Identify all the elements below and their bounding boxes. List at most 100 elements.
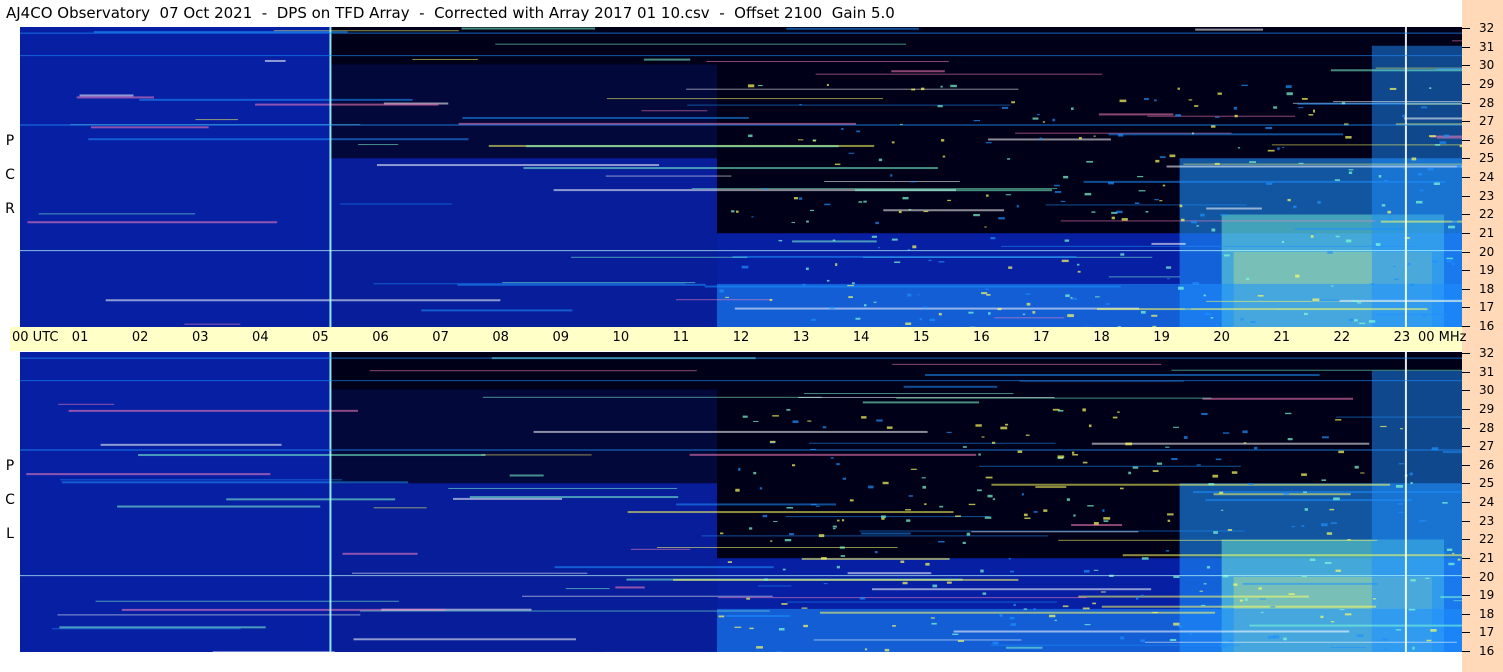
rcp-cell-290 xyxy=(811,318,816,321)
rcp-cell-145 xyxy=(984,226,987,228)
lcp-cell-152 xyxy=(1446,548,1453,552)
lcp-cell-347 xyxy=(900,560,905,563)
lcp-cell-39 xyxy=(353,638,576,641)
rcp-cell-188 xyxy=(1353,319,1358,322)
lcp-cell-101 xyxy=(910,468,917,470)
lcp-cell-183 xyxy=(905,509,912,511)
rcp-cell-243 xyxy=(940,85,943,88)
rcp-cell-245 xyxy=(1179,204,1183,208)
lcp-cell-224 xyxy=(1165,446,1170,448)
rcp-cell-350 xyxy=(875,221,879,225)
lcp-cell-355 xyxy=(1302,491,1307,493)
rcp-cell-67 xyxy=(495,43,907,45)
lcp-cell-180 xyxy=(1309,558,1316,561)
rcp-cell-39 xyxy=(891,70,945,73)
rcp-cell-96 xyxy=(687,104,1011,106)
lcp-cell-344 xyxy=(1054,619,1057,622)
lcp-cell-227 xyxy=(749,527,753,530)
lcp-cell-20 xyxy=(1101,605,1377,608)
freq-tick-1-28 xyxy=(1462,427,1470,429)
lcp-cell-117 xyxy=(1400,428,1403,430)
rcp-cell-1 xyxy=(20,27,330,327)
rcp-cell-310 xyxy=(912,245,917,249)
rcp-cell-158 xyxy=(1387,210,1392,214)
rcp-cell-99 xyxy=(27,221,278,224)
rcp-cell-340 xyxy=(1301,97,1308,100)
freq-tick-0-16 xyxy=(1462,326,1470,327)
rcp-cell-46 xyxy=(641,110,708,112)
rcp-cell-300 xyxy=(986,294,991,296)
lcp-cell-73 xyxy=(351,572,588,574)
lcp-cell-327 xyxy=(810,503,817,506)
lcp-cell-87 xyxy=(1058,539,1378,541)
lcp-cell-100 xyxy=(1426,639,1432,642)
lcp-cell-166 xyxy=(849,499,854,502)
rcp-cell-249 xyxy=(1370,283,1375,285)
rcp-cell-295 xyxy=(1211,228,1216,232)
rcp-cell-168 xyxy=(1042,121,1046,123)
lcp-cell-126 xyxy=(1220,509,1224,511)
rcp-cell-268 xyxy=(1418,172,1423,176)
rcp-cell-266 xyxy=(757,84,763,87)
time-tick-2: 02 xyxy=(131,330,149,345)
lcp-cell-89 xyxy=(509,474,544,477)
rcp-cell-181 xyxy=(1402,114,1406,118)
rcp-cell-104 xyxy=(863,304,867,307)
rcp-cell-164 xyxy=(1162,184,1166,187)
time-tick-6: 06 xyxy=(372,330,389,345)
freq-label-0-16: 16 xyxy=(1479,319,1495,333)
rcp-cell-117 xyxy=(1005,194,1012,196)
lcp-cell-175 xyxy=(937,540,945,543)
rcp-cell-102 xyxy=(1060,200,1066,203)
rcp-cell-198 xyxy=(1007,158,1011,160)
lcp-cell-276 xyxy=(832,527,836,530)
lcp-cell-74 xyxy=(51,628,241,630)
rcp-cell-333 xyxy=(947,199,951,202)
lcp-cell-312 xyxy=(1409,472,1413,476)
lcp-cell-322 xyxy=(841,519,845,522)
rcp-cell-162 xyxy=(1078,136,1082,140)
lcp-cell-199 xyxy=(931,622,937,625)
lcp-cell-288 xyxy=(1301,473,1307,476)
rcp-cell-250 xyxy=(1105,303,1110,305)
lcp-cell-62 xyxy=(58,403,115,405)
lcp-cell-97 xyxy=(615,586,645,589)
lcp-cell-354 xyxy=(1188,632,1193,636)
rcp-cell-149 xyxy=(1214,162,1220,165)
rcp-cell-235 xyxy=(1191,220,1197,224)
lcp-cell-275 xyxy=(1140,594,1144,597)
time-tick-1: 01 xyxy=(71,330,89,345)
rcp-cell-63 xyxy=(994,317,1065,319)
rcp-cell-100 xyxy=(1137,175,1144,178)
rcp-cell-73 xyxy=(732,255,1077,258)
rcp-cell-341 xyxy=(1282,146,1285,148)
rcp-cell-257 xyxy=(1144,98,1149,100)
lcp-cell-251 xyxy=(1082,461,1088,464)
rcp-spectrogram xyxy=(20,27,1462,327)
rcp-cell-201 xyxy=(1217,92,1222,95)
time-tick-23: 23 xyxy=(1393,330,1411,345)
rcp-cell-120 xyxy=(890,174,893,177)
lcp-cell-56 xyxy=(522,595,773,597)
lcp-cell-113 xyxy=(1215,458,1222,461)
rcp-cell-272 xyxy=(1154,99,1157,102)
lcp-cell-250 xyxy=(985,476,993,479)
rcp-cell-71 xyxy=(1147,115,1296,117)
rcp-cell-148 xyxy=(894,261,901,264)
lcp-cell-171 xyxy=(1395,629,1402,631)
lcp-cell-361 xyxy=(1404,352,1407,652)
lcp-label: P C L xyxy=(0,352,20,652)
rcp-cell-160 xyxy=(847,285,854,287)
rcp-cell-342 xyxy=(1216,324,1219,327)
rcp-cell-328 xyxy=(1266,182,1273,185)
rcp-cell-166 xyxy=(1061,259,1069,263)
rcp-cell-220 xyxy=(1191,132,1195,135)
lcp-cell-14 xyxy=(991,483,1391,486)
rcp-cell-42 xyxy=(815,73,1103,75)
lcp-cell-118 xyxy=(1442,552,1446,554)
time-tick-9: 09 xyxy=(552,330,570,345)
rcp-cell-68 xyxy=(1108,133,1344,136)
lcp-cell-279 xyxy=(1200,604,1206,606)
freq-label-0-28: 28 xyxy=(1479,95,1495,110)
lcp-cell-243 xyxy=(1017,450,1023,453)
